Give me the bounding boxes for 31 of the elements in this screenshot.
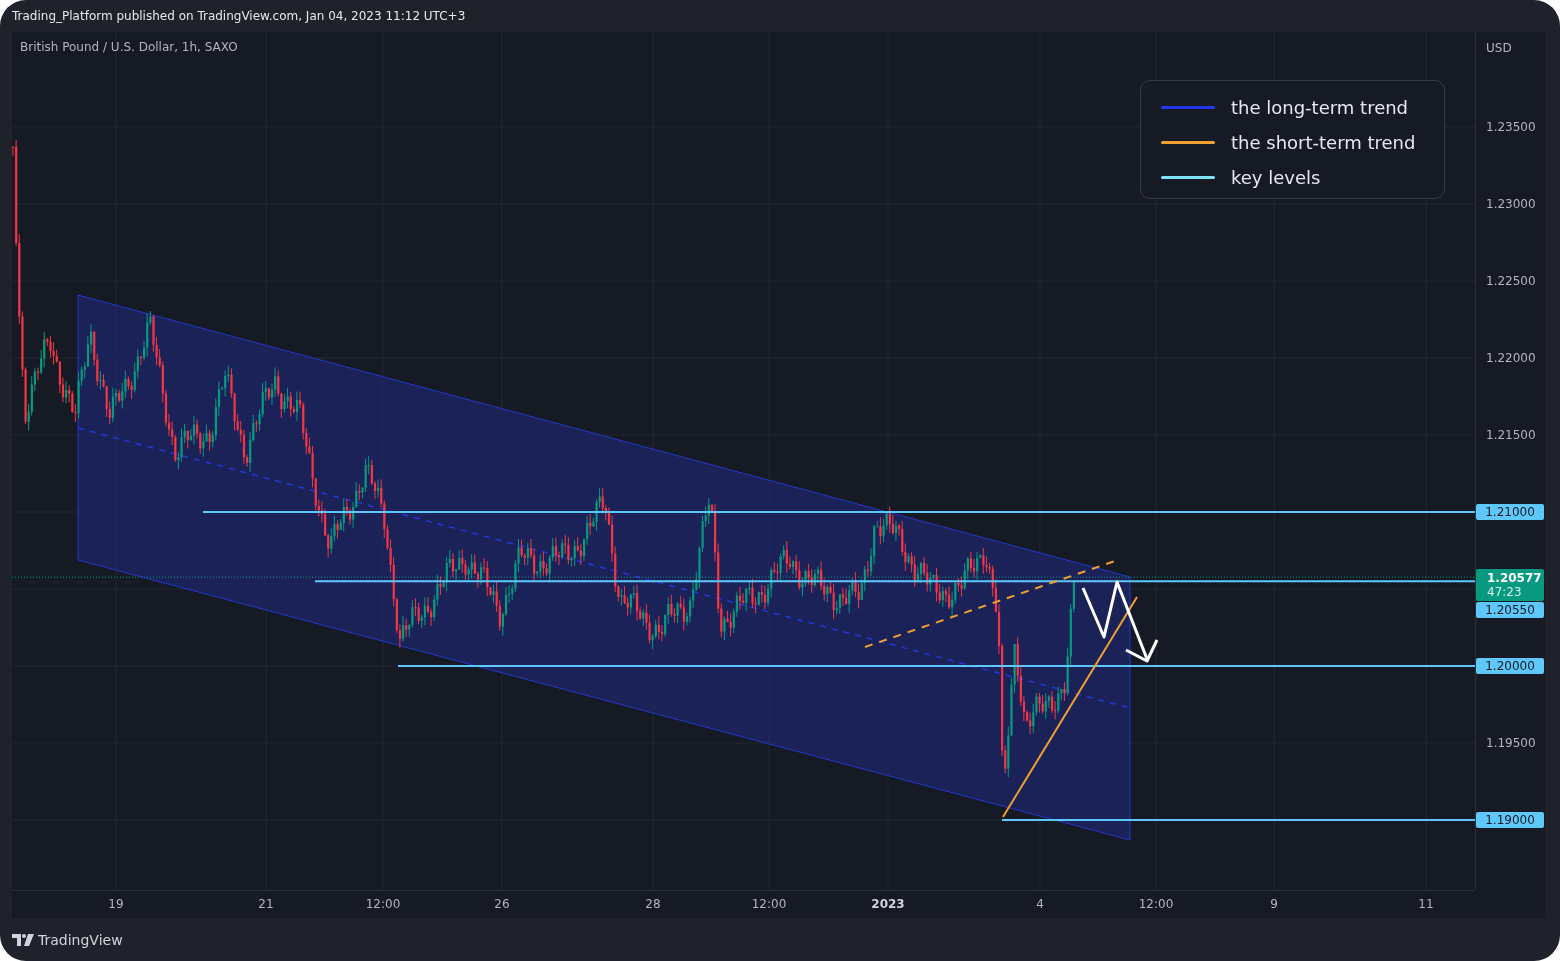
time-label: 9 <box>1270 897 1278 911</box>
time-label: 12:00 <box>751 897 787 911</box>
time-label: 4 <box>1036 897 1044 911</box>
price-badge: 1.20000 <box>1476 658 1544 674</box>
price-label: 1.19500 <box>1486 736 1536 750</box>
symbol-label: British Pound / U.S. Dollar, 1h, SAXO <box>20 40 238 54</box>
price-label: 1.22000 <box>1486 351 1536 365</box>
price-label: 1.23500 <box>1486 120 1536 134</box>
time-label: 19 <box>108 897 124 911</box>
legend-label: the long-term trend <box>1231 97 1409 118</box>
price-badge: 1.19000 <box>1476 812 1544 828</box>
chart-title: Trading_Platform published on TradingView.com, Jan 04, 2023 11:12 UTC+3 <box>12 9 466 23</box>
countdown-timer: 47:23 <box>1487 585 1523 600</box>
legend-label: key levels <box>1231 167 1321 188</box>
brand-name: TradingView <box>38 931 123 948</box>
legend-label: the short-term trend <box>1231 132 1416 153</box>
time-label: 28 <box>645 897 661 911</box>
time-label: 2023 <box>871 897 905 911</box>
time-label: 12:00 <box>365 897 401 911</box>
current-price: 1.20577 <box>1487 571 1543 586</box>
price-badge: 1.20550 <box>1476 602 1544 619</box>
time-label: 12:00 <box>1138 897 1174 911</box>
price-label: 1.23000 <box>1486 197 1536 211</box>
price-label: 1.21500 <box>1486 428 1536 442</box>
price-badge: 1.21000 <box>1476 504 1544 520</box>
time-label: 11 <box>1418 897 1434 911</box>
price-label: 1.22500 <box>1486 274 1536 288</box>
logo-icon <box>12 933 34 946</box>
time-label: 26 <box>494 897 510 911</box>
time-label: 21 <box>258 897 274 911</box>
currency-label: USD <box>1486 41 1512 55</box>
